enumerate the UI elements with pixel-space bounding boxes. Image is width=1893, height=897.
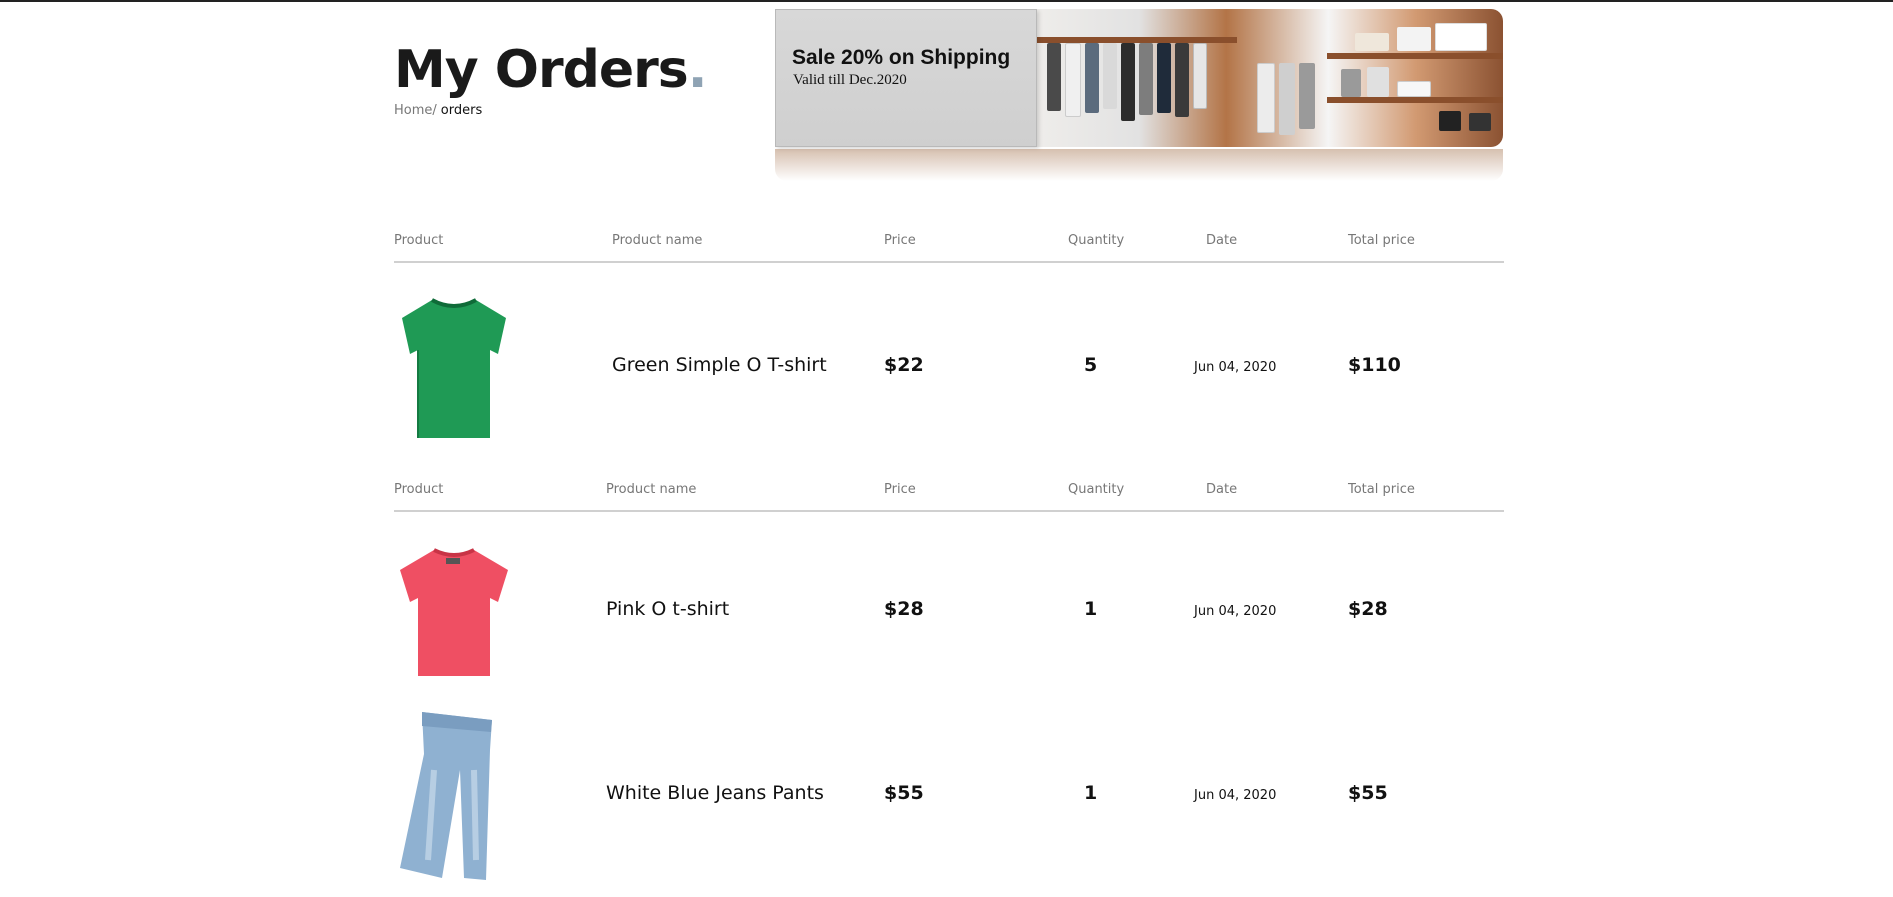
column-price: Price <box>884 233 916 248</box>
column-quantity: Quantity <box>1068 482 1125 497</box>
product-quantity: 1 <box>1084 598 1098 620</box>
order-date: Jun 04, 2020 <box>1194 788 1277 803</box>
jeans-image[interactable] <box>394 710 514 884</box>
page-title-text: My Orders <box>394 40 689 100</box>
page-title-dot: . <box>687 40 708 100</box>
table-header: Product Product name Price Quantity Date… <box>394 233 1504 263</box>
banner-subtext: Valid till Dec.2020 <box>793 72 907 88</box>
promo-banner[interactable]: Sale 20% on Shipping Valid till Dec.2020 <box>775 9 1503 181</box>
breadcrumb: Home/orders <box>394 103 482 118</box>
total-price: $110 <box>1348 354 1401 376</box>
column-quantity: Quantity <box>1068 233 1125 248</box>
total-price: $55 <box>1348 782 1388 804</box>
total-price: $28 <box>1348 598 1388 620</box>
product-price: $22 <box>884 354 924 376</box>
table-row[interactable]: White Blue Jeans Pants $55 1 Jun 04, 202… <box>394 706 1504 886</box>
column-date: Date <box>1206 482 1238 497</box>
banner-headline: Sale 20% on Shipping <box>792 46 1011 69</box>
order-date: Jun 04, 2020 <box>1194 360 1277 375</box>
column-date: Date <box>1206 233 1238 248</box>
product-price: $55 <box>884 782 924 804</box>
breadcrumb-current: orders <box>440 103 483 118</box>
product-name: Green Simple O T-shirt <box>612 354 827 376</box>
column-product: Product <box>394 233 444 248</box>
column-total-price: Total price <box>1348 482 1415 497</box>
order-date: Jun 04, 2020 <box>1194 604 1277 619</box>
product-name: Pink O t-shirt <box>606 598 730 620</box>
product-name: White Blue Jeans Pants <box>606 782 824 804</box>
breadcrumb-home-link[interactable]: Home/ <box>394 103 437 118</box>
table-header: Product Product name Price Quantity Date… <box>394 482 1504 512</box>
pink-tshirt-image[interactable] <box>394 546 514 680</box>
column-price: Price <box>884 482 916 497</box>
green-tshirt-image[interactable] <box>394 296 514 442</box>
header-divider <box>394 510 1504 512</box>
top-border <box>0 0 1893 2</box>
product-quantity: 1 <box>1084 782 1098 804</box>
product-quantity: 5 <box>1084 354 1098 376</box>
table-row[interactable]: Green Simple O T-shirt $22 5 Jun 04, 202… <box>394 292 1504 442</box>
product-price: $28 <box>884 598 924 620</box>
header-divider <box>394 261 1504 263</box>
table-row[interactable]: Pink O t-shirt $28 1 Jun 04, 2020 $28 <box>394 540 1504 680</box>
banner-text-panel: Sale 20% on Shipping Valid till Dec.2020 <box>775 9 1037 147</box>
column-product-name: Product name <box>606 482 697 497</box>
column-product-name: Product name <box>612 233 703 248</box>
column-product: Product <box>394 482 444 497</box>
page-title: My Orders. <box>394 38 708 102</box>
banner-reflection <box>775 149 1503 181</box>
column-total-price: Total price <box>1348 233 1415 248</box>
